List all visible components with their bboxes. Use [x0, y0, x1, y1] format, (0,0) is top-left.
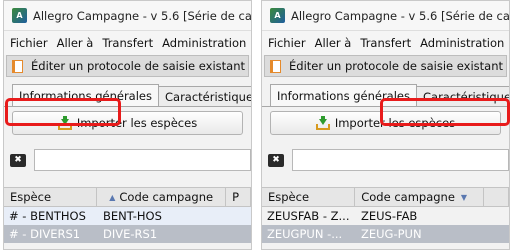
menu-administration[interactable]: Administration	[420, 36, 504, 50]
cell-code-campagne: BENT-HOS	[103, 209, 162, 223]
screenshot-panel-left: A Allegro Campagne - v 5.6 [Série de cam…	[3, 0, 252, 250]
species-table: Espèce ▲ Code campagne P # - BENTHOS BENT…	[4, 187, 251, 243]
tab-strip: Informations générales Caractéristiques	[262, 83, 509, 107]
table-header: Espèce Code campagne ▼	[262, 187, 509, 207]
document-icon	[270, 59, 281, 73]
menu-aller-a[interactable]: Aller à	[315, 36, 352, 50]
table-row[interactable]: ZEUSFAB - Z... ZEUS-FAB	[262, 207, 509, 225]
menu-aller-a[interactable]: Aller à	[57, 36, 94, 50]
tab-informations-generales[interactable]: Informations générales	[270, 84, 417, 106]
import-species-button[interactable]: Importer les espèces	[12, 111, 243, 135]
column-header-p[interactable]: P	[226, 188, 251, 206]
cell-code-campagne: ZEUG-PUN	[361, 227, 422, 241]
app-icon: A	[270, 8, 285, 23]
menu-transfert[interactable]: Transfert	[360, 36, 411, 50]
filter-icon: ✖	[268, 153, 284, 167]
cell-espece: ZEUGPUN -...	[267, 227, 343, 241]
screenshot-panel-right: A Allegro Campagne - v 5.6 [Série de cam…	[261, 0, 510, 250]
cell-code-campagne: DIVE-RS1	[103, 227, 158, 241]
menu-transfert[interactable]: Transfert	[102, 36, 153, 50]
tab-caracteristiques[interactable]: Caractéristiques	[416, 86, 509, 106]
filter-row: ✖	[4, 147, 251, 173]
import-button-label: Importer les espèces	[76, 116, 198, 130]
column-header-extra[interactable]	[484, 188, 509, 206]
filter-row: ✖	[262, 147, 509, 173]
window-title: Allegro Campagne - v 5.6 [Série de campa…	[33, 8, 251, 23]
table-row[interactable]: # - DIVERS1 DIVE-RS1	[4, 225, 251, 243]
import-icon	[315, 116, 330, 130]
cell-espece: ZEUSFAB - Z...	[267, 209, 350, 223]
internal-window-title: Éditer un protocole de saisie existant	[31, 59, 246, 73]
column-header-code-campagne[interactable]: ▲ Code campagne	[97, 188, 227, 206]
filter-input[interactable]	[292, 149, 509, 171]
column-header-espece[interactable]: Espèce	[4, 188, 98, 206]
cell-espece: # - BENTHOS	[9, 209, 86, 223]
tab-informations-generales[interactable]: Informations générales	[12, 84, 159, 106]
import-icon	[57, 116, 72, 130]
column-header-code-campagne[interactable]: Code campagne ▼	[355, 188, 485, 206]
table-row[interactable]: # - BENTHOS BENT-HOS	[4, 207, 251, 225]
cell-espece: # - DIVERS1	[9, 227, 81, 241]
import-species-button[interactable]: Importer les espèces	[270, 111, 501, 135]
table-row[interactable]: ZEUGPUN -... ZEUG-PUN	[262, 225, 509, 243]
menu-bar: Fichier Aller à Transfert Administration	[262, 31, 509, 55]
filter-icon: ✖	[10, 153, 26, 167]
window-titlebar: A Allegro Campagne - v 5.6 [Série de cam…	[262, 1, 509, 31]
tab-caracteristiques[interactable]: Caractéristiques	[158, 86, 251, 106]
species-table: Espèce Code campagne ▼ ZEUSFAB - Z... ZEU…	[262, 187, 509, 243]
tab-strip: Informations générales Caractéristiques	[4, 83, 251, 107]
cell-code-campagne: ZEUS-FAB	[361, 209, 418, 223]
internal-window-header: Éditer un protocole de saisie existant	[6, 55, 249, 77]
window-title: Allegro Campagne - v 5.6 [Série de campa…	[291, 8, 509, 23]
import-button-label: Importer les espèces	[334, 116, 456, 130]
internal-window-title: Éditer un protocole de saisie existant	[289, 59, 504, 73]
internal-window-header: Éditer un protocole de saisie existant	[264, 55, 507, 77]
table-header: Espèce ▲ Code campagne P	[4, 187, 251, 207]
menu-fichier[interactable]: Fichier	[268, 36, 306, 50]
window-titlebar: A Allegro Campagne - v 5.6 [Série de cam…	[4, 1, 251, 31]
menu-administration[interactable]: Administration	[162, 36, 246, 50]
filter-input[interactable]	[34, 149, 251, 171]
menu-bar: Fichier Aller à Transfert Administration	[4, 31, 251, 55]
document-icon	[12, 59, 23, 73]
sort-arrow-icon: ▲	[109, 192, 116, 202]
menu-fichier[interactable]: Fichier	[10, 36, 48, 50]
sort-arrow-icon: ▼	[460, 192, 468, 202]
app-icon: A	[12, 8, 27, 23]
column-header-espece[interactable]: Espèce	[262, 188, 356, 206]
